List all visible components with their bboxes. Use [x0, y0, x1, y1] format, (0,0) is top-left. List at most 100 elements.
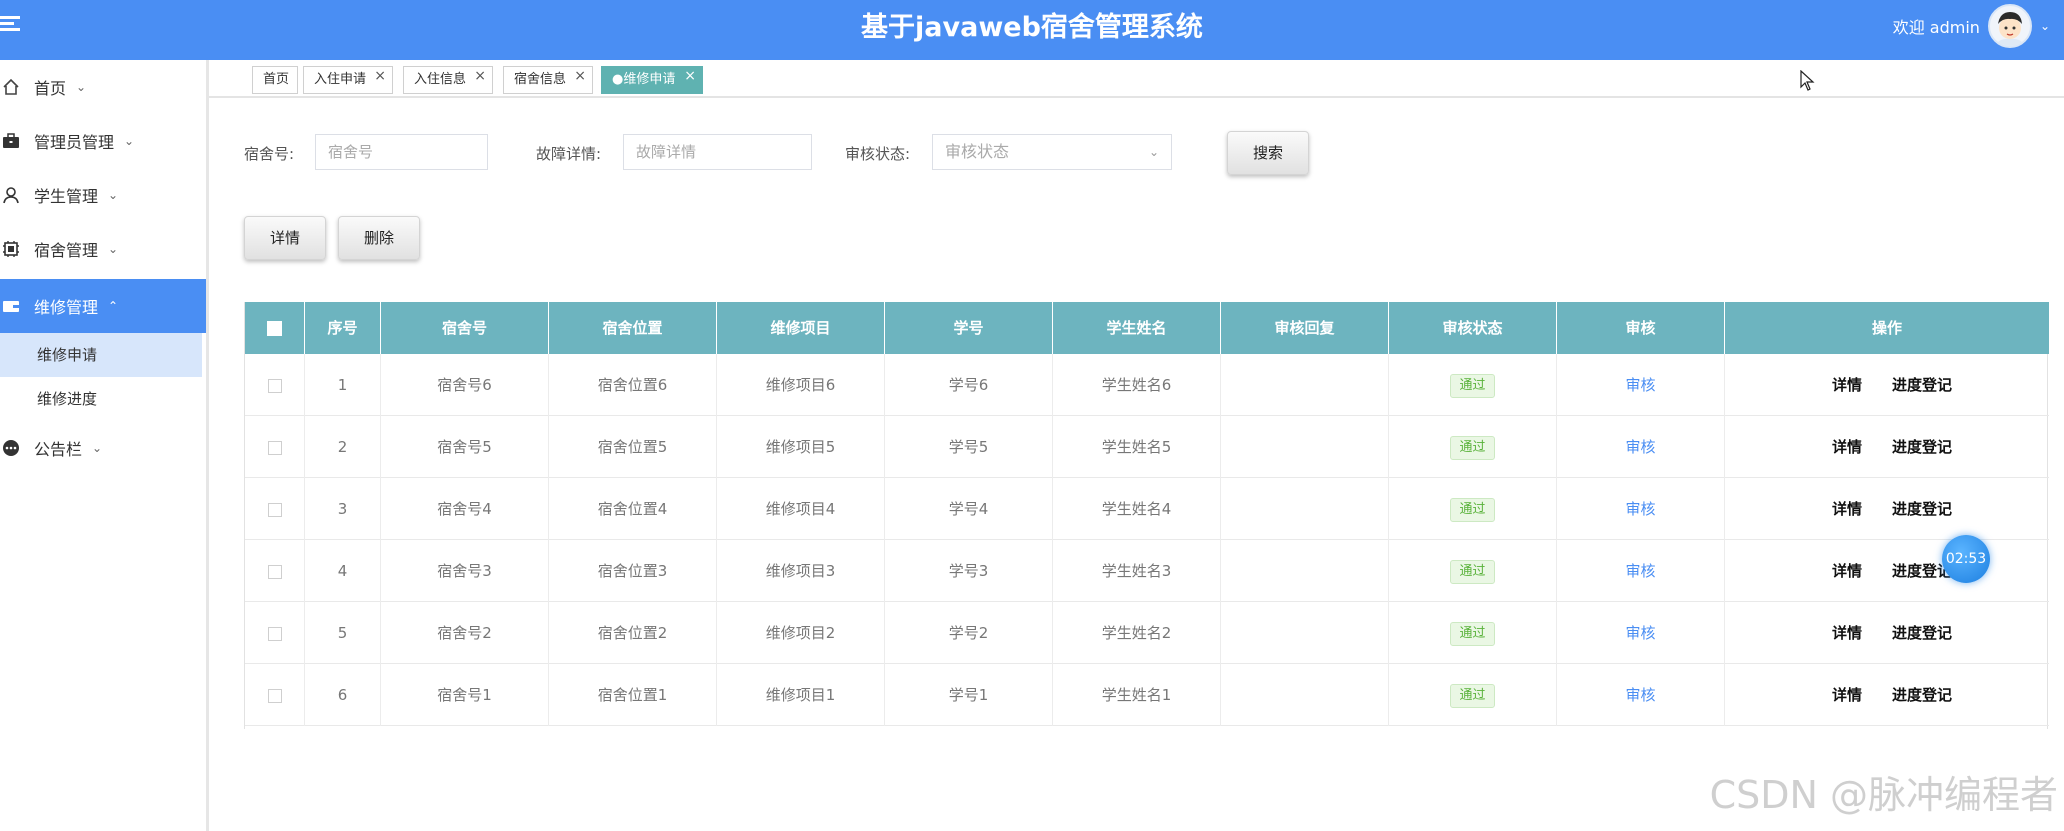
- audit-cell: 审核: [1557, 416, 1725, 478]
- search-button[interactable]: 搜索: [1227, 131, 1309, 175]
- row-progress-link[interactable]: 进度登记: [1892, 416, 1952, 478]
- detail-button[interactable]: 详情: [244, 216, 326, 260]
- operations-cell: 详情 进度登记: [1725, 602, 2049, 664]
- sidebar-item-admin[interactable]: 管理员管理 ⌄: [0, 114, 206, 168]
- close-icon[interactable]: ×: [374, 63, 386, 89]
- row-detail-link[interactable]: 详情: [1832, 354, 1862, 416]
- audit-link[interactable]: 审核: [1625, 438, 1655, 456]
- sidebar-item-repairs[interactable]: 维修管理 ⌃: [0, 279, 206, 333]
- row-progress-link[interactable]: 进度登记: [1892, 478, 1952, 540]
- fault-detail-input[interactable]: 故障详情: [623, 134, 812, 170]
- row-checkbox[interactable]: [267, 502, 282, 517]
- status-cell: 通过: [1389, 540, 1557, 602]
- operations-cell: 详情 进度登记: [1725, 354, 2049, 416]
- cell-name: 学生姓名1: [1053, 664, 1221, 726]
- tab-label: ●维修申请: [612, 72, 676, 87]
- cell-reply: [1221, 664, 1389, 726]
- row-detail-link[interactable]: 详情: [1832, 602, 1862, 664]
- audit-status-select[interactable]: 审核状态 ⌄: [932, 134, 1172, 170]
- operations-cell: 详情 进度登记: [1725, 540, 2049, 602]
- operations-cell: 详情 进度登记: [1725, 478, 2049, 540]
- row-progress-link[interactable]: 进度登记: [1892, 664, 1952, 726]
- tab-checkin-request[interactable]: 入住申请 ×: [303, 66, 393, 94]
- timer-badge[interactable]: 02:53: [1942, 535, 1990, 583]
- cell-item: 维修项目5: [717, 416, 885, 478]
- close-icon[interactable]: ×: [574, 63, 586, 89]
- sidebar-item-label: 公告栏: [34, 440, 83, 459]
- operations-cell: 详情 进度登记: [1725, 664, 2049, 726]
- chevron-up-icon: ⌃: [108, 299, 119, 313]
- table-header: 序号 宿舍号 宿舍位置 维修项目 学号 学生姓名 审核回复 审核状态 审核 操作: [245, 302, 2049, 354]
- row-progress-link[interactable]: 进度登记: [1892, 354, 1952, 416]
- cell-student-id: 学号4: [885, 478, 1053, 540]
- col-header: 学号: [885, 302, 1053, 354]
- cell-location: 宿舍位置4: [549, 478, 717, 540]
- row-checkbox[interactable]: [267, 564, 282, 579]
- sidebar-subitem-repair-request[interactable]: 维修申请: [0, 333, 202, 377]
- chevron-down-icon[interactable]: ⌄: [2040, 19, 2050, 33]
- cell-reply: [1221, 478, 1389, 540]
- table-row[interactable]: 6 宿舍号1 宿舍位置1 维修项目1 学号1 学生姓名1 通过 审核 详情 进度登记: [245, 664, 2049, 726]
- cell-item: 维修项目1: [717, 664, 885, 726]
- row-progress-link[interactable]: 进度登记: [1892, 602, 1952, 664]
- sidebar-item-home[interactable]: 首页 ⌄: [0, 60, 206, 114]
- audit-link[interactable]: 审核: [1625, 562, 1655, 580]
- cell-dorm: 宿舍号4: [381, 478, 549, 540]
- cell-dorm: 宿舍号1: [381, 664, 549, 726]
- sidebar-item-students[interactable]: 学生管理 ⌄: [0, 168, 206, 222]
- row-checkbox[interactable]: [267, 688, 282, 703]
- tab-repair-request[interactable]: ●维修申请 ×: [601, 66, 703, 94]
- table-row[interactable]: 4 宿舍号3 宿舍位置3 维修项目3 学号3 学生姓名3 通过 审核 详情 进度登记: [245, 540, 2049, 602]
- col-header: 审核: [1557, 302, 1725, 354]
- audit-link[interactable]: 审核: [1625, 686, 1655, 704]
- row-detail-link[interactable]: 详情: [1832, 416, 1862, 478]
- cell-student-id: 学号2: [885, 602, 1053, 664]
- row-checkbox[interactable]: [267, 626, 282, 641]
- audit-link[interactable]: 审核: [1625, 376, 1655, 394]
- dorm-number-input[interactable]: 宿舍号: [315, 134, 488, 170]
- row-select-cell: [245, 664, 305, 726]
- cell-item: 维修项目6: [717, 354, 885, 416]
- chevron-down-icon: ⌄: [108, 242, 119, 256]
- sidebar-item-label: 维修管理: [34, 298, 99, 317]
- status-badge: 通过: [1450, 497, 1495, 522]
- table-row[interactable]: 5 宿舍号2 宿舍位置2 维修项目2 学号2 学生姓名2 通过 审核 详情 进度登记: [245, 602, 2049, 664]
- cell-location: 宿舍位置6: [549, 354, 717, 416]
- mouse-cursor-icon: [1800, 70, 1815, 91]
- row-detail-link[interactable]: 详情: [1832, 664, 1862, 726]
- audit-cell: 审核: [1557, 664, 1725, 726]
- tab-home[interactable]: 首页: [252, 66, 298, 94]
- audit-status-label: 审核状态:: [845, 145, 911, 163]
- audit-cell: 审核: [1557, 478, 1725, 540]
- chevron-down-icon: ⌄: [92, 441, 103, 455]
- row-detail-link[interactable]: 详情: [1832, 540, 1862, 602]
- row-checkbox[interactable]: [267, 378, 282, 393]
- delete-button[interactable]: 删除: [338, 216, 420, 260]
- tab-label: 宿舍信息: [514, 72, 567, 87]
- col-header: 维修项目: [717, 302, 885, 354]
- table-row[interactable]: 2 宿舍号5 宿舍位置5 维修项目5 学号5 学生姓名5 通过 审核 详情 进度登记: [245, 416, 2049, 478]
- table-row[interactable]: 3 宿舍号4 宿舍位置4 维修项目4 学号4 学生姓名4 通过 审核 详情 进度登记: [245, 478, 2049, 540]
- col-header: 审核回复: [1221, 302, 1389, 354]
- tab-dorm-info[interactable]: 宿舍信息 ×: [503, 66, 593, 94]
- status-badge: 通过: [1450, 373, 1495, 398]
- audit-link[interactable]: 审核: [1625, 624, 1655, 642]
- repair-table: 序号 宿舍号 宿舍位置 维修项目 学号 学生姓名 审核回复 审核状态 审核 操作…: [244, 302, 2049, 729]
- tab-checkin-info[interactable]: 入住信息 ×: [403, 66, 493, 94]
- close-icon[interactable]: ×: [684, 63, 696, 89]
- row-detail-link[interactable]: 详情: [1832, 478, 1862, 540]
- select-all-checkbox[interactable]: [267, 321, 282, 336]
- table-row[interactable]: 1 宿舍号6 宿舍位置6 维修项目6 学号6 学生姓名6 通过 审核 详情 进度登记: [245, 354, 2049, 416]
- sidebar-item-notice[interactable]: 公告栏 ⌄: [0, 421, 206, 475]
- cell-dorm: 宿舍号3: [381, 540, 549, 602]
- sidebar-subitem-repair-progress[interactable]: 维修进度: [0, 377, 202, 421]
- dorm-number-label: 宿舍号:: [244, 145, 295, 163]
- audit-link[interactable]: 审核: [1625, 500, 1655, 518]
- row-checkbox[interactable]: [267, 440, 282, 455]
- close-icon[interactable]: ×: [474, 63, 486, 89]
- user-menu[interactable]: 欢迎 admin ⌄: [1893, 4, 2050, 48]
- avatar[interactable]: [1987, 4, 2032, 48]
- cell-location: 宿舍位置2: [549, 602, 717, 664]
- sidebar-item-dorms[interactable]: 宿舍管理 ⌄: [0, 222, 206, 276]
- cell-dorm: 宿舍号5: [381, 416, 549, 478]
